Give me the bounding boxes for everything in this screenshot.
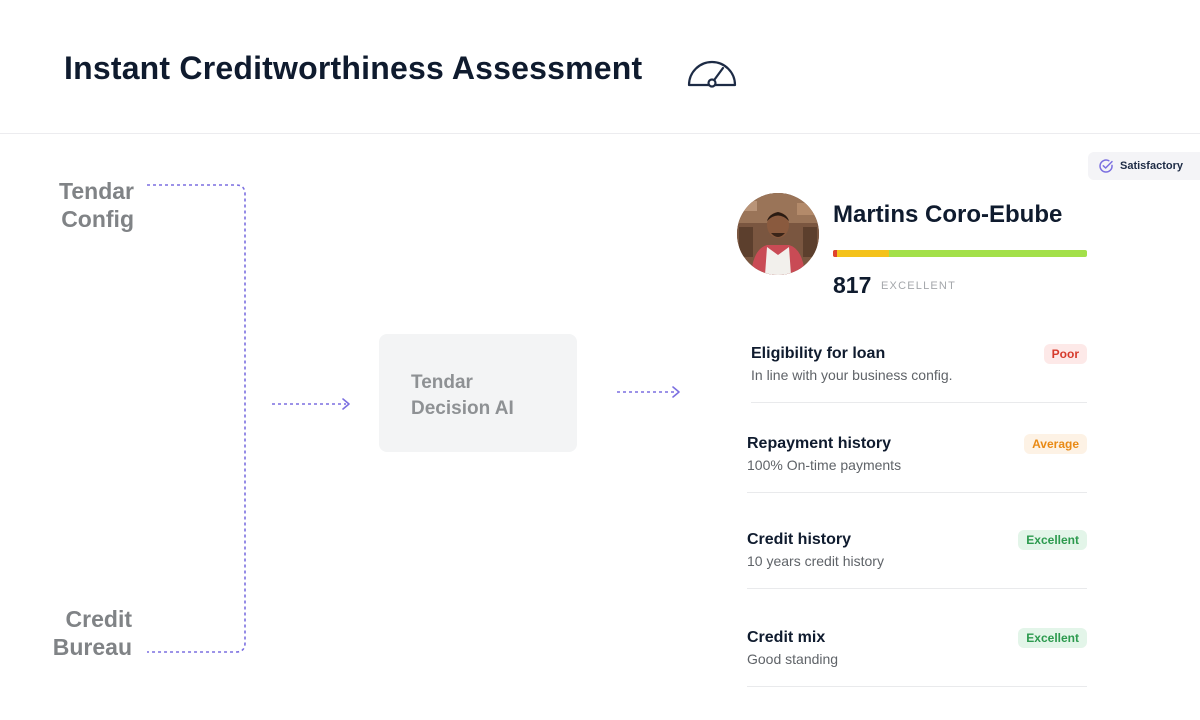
avatar bbox=[737, 193, 819, 275]
source-label-line: Config bbox=[61, 206, 134, 232]
row-divider bbox=[747, 686, 1087, 687]
factor-row-credit-history: Credit history 10 years credit history E… bbox=[747, 530, 1087, 601]
rating-badge: Average bbox=[1024, 434, 1087, 454]
factor-subtitle: 10 years credit history bbox=[747, 553, 884, 569]
rating-badge: Excellent bbox=[1018, 530, 1087, 550]
avatar-photo bbox=[737, 193, 819, 275]
factor-title: Eligibility for loan bbox=[751, 345, 886, 362]
credit-score-bar bbox=[833, 250, 1087, 257]
input-arrow-head bbox=[342, 398, 350, 410]
source-credit-bureau: Credit Bureau bbox=[22, 605, 132, 661]
credit-score-label: EXCELLENT bbox=[881, 280, 956, 292]
status-badge: Satisfactory bbox=[1088, 152, 1200, 180]
header: Instant Creditworthiness Assessment bbox=[0, 0, 1200, 134]
factor-subtitle: 100% On-time payments bbox=[747, 457, 902, 473]
source-label-line: Bureau bbox=[52, 634, 132, 660]
row-divider bbox=[747, 588, 1087, 589]
factor-title: Credit mix bbox=[747, 629, 826, 646]
rating-badge: Excellent bbox=[1018, 628, 1087, 648]
factor-title: Repayment history bbox=[747, 435, 892, 452]
factor-title: Credit history bbox=[747, 531, 852, 548]
page-title: Instant Creditworthiness Assessment bbox=[64, 50, 643, 86]
factor-row-eligibility: Eligibility for loan In line with your b… bbox=[751, 344, 1087, 415]
factor-subtitle: In line with your business config. bbox=[751, 367, 953, 383]
decision-label-line: Decision AI bbox=[411, 398, 514, 419]
check-circle-icon bbox=[1099, 159, 1113, 173]
row-divider bbox=[747, 492, 1087, 493]
source-tendar-config: Tendar Config bbox=[24, 177, 134, 233]
decision-label-line: Tendar bbox=[411, 372, 473, 393]
factor-row-credit-mix: Credit mix Good standing Excellent bbox=[747, 628, 1087, 699]
profile-name: Martins Coro-Ebube bbox=[833, 201, 1063, 228]
source-label-line: Credit bbox=[65, 606, 132, 632]
row-divider bbox=[751, 402, 1087, 403]
credit-score-value: 817 bbox=[833, 272, 872, 298]
factor-row-repayment: Repayment history 100% On-time payments … bbox=[747, 434, 1087, 505]
status-badge-label: Satisfactory bbox=[1120, 160, 1183, 172]
output-arrow-head bbox=[672, 386, 680, 398]
rating-badge: Poor bbox=[1043, 344, 1087, 364]
gauge-icon bbox=[687, 60, 737, 88]
score-bar-average-segment bbox=[837, 250, 889, 257]
factor-subtitle: Good standing bbox=[747, 651, 839, 667]
decision-ai-box: Tendar Decision AI bbox=[379, 334, 577, 452]
source-label-line: Tendar bbox=[59, 178, 134, 204]
source-bracket-connector bbox=[147, 184, 246, 653]
